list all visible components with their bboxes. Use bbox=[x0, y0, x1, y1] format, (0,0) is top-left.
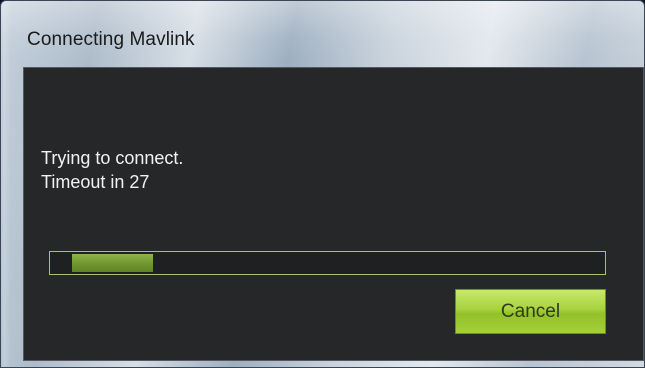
status-line-timeout: Timeout in 27 bbox=[41, 172, 150, 192]
cancel-button[interactable]: Cancel bbox=[455, 289, 606, 334]
connection-progress-bar bbox=[49, 251, 606, 275]
dialog-title: Connecting Mavlink bbox=[27, 29, 195, 50]
progress-fill bbox=[72, 254, 153, 272]
dialog-window: Connecting Mavlink Trying to connect. Ti… bbox=[0, 0, 645, 368]
status-line-connecting: Trying to connect. bbox=[41, 148, 184, 168]
status-message: Trying to connect. Timeout in 27 bbox=[41, 146, 183, 194]
